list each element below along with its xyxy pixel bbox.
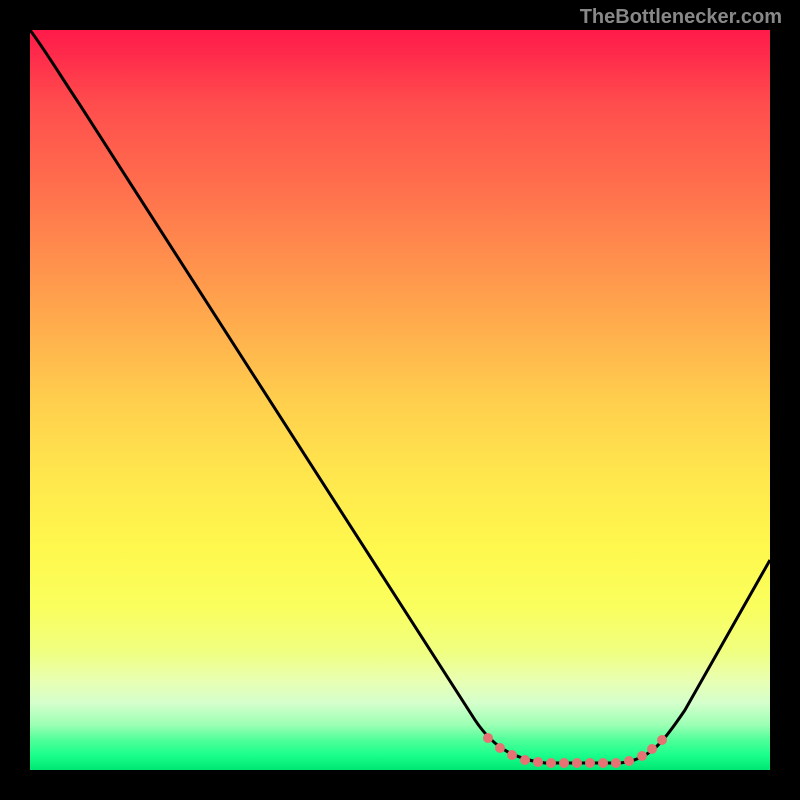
optimal-range-markers	[483, 733, 667, 768]
bottleneck-curve-line	[30, 30, 770, 763]
watermark-text: TheBottlenecker.com	[580, 6, 782, 29]
chart-svg	[30, 30, 770, 770]
chart-container	[30, 30, 770, 770]
